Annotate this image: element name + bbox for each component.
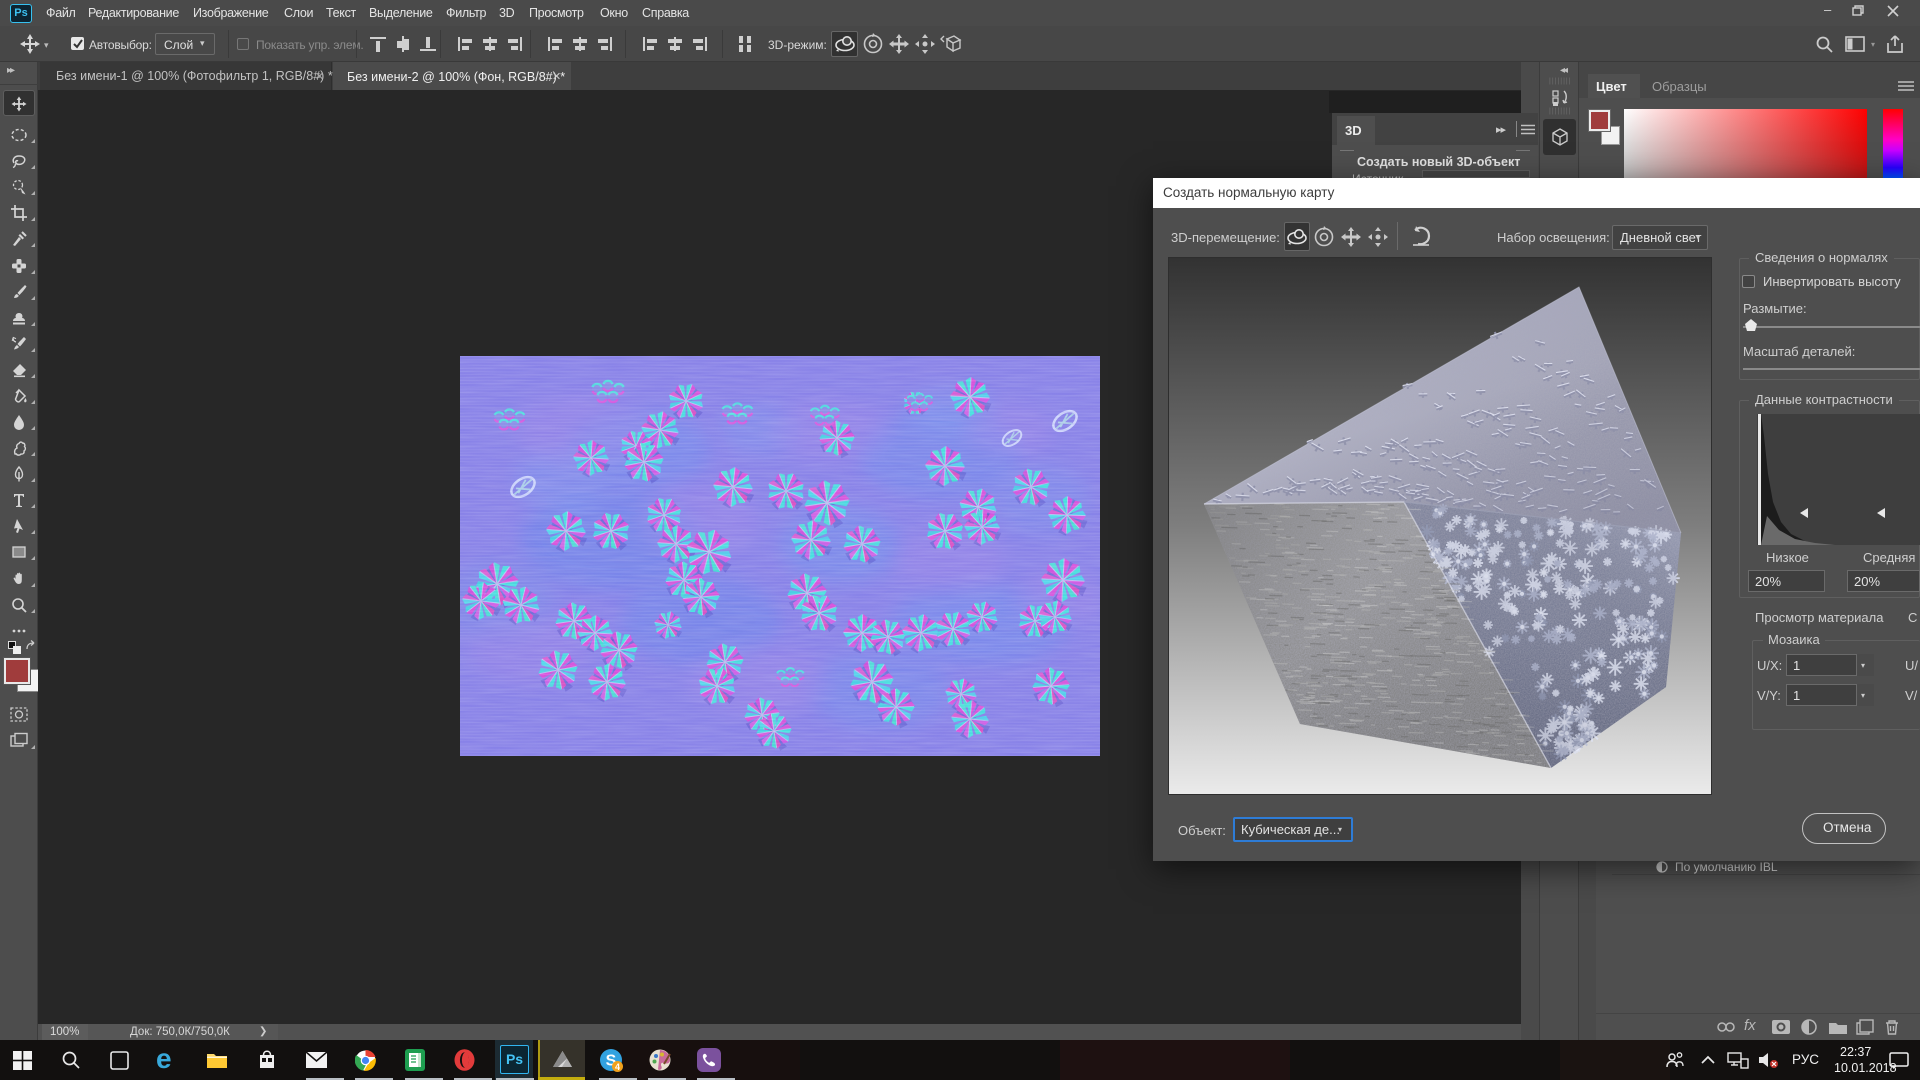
svg-text:4: 4 (615, 1062, 620, 1072)
